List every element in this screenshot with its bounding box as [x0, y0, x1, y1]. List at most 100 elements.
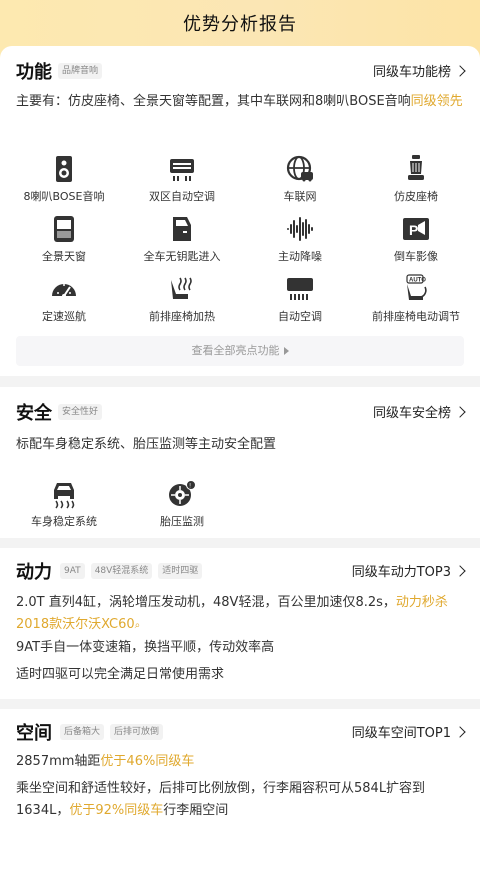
svg-text:P: P — [409, 222, 418, 238]
feature-keyless-entry[interactable]: 全车无钥匙进入 — [122, 214, 242, 264]
feature-label: 车身稳定系统 — [31, 515, 97, 528]
power-header: 动力 9AT 48V轻混系统 适时四驱 同级车动力TOP3 — [16, 558, 466, 586]
seat-heating-icon — [171, 277, 192, 299]
reverse-camera-icon: P — [403, 218, 429, 240]
power-engine-highlight: 动力秒杀 — [395, 595, 448, 610]
feature-seat-heating[interactable]: 前排座椅加热 — [122, 274, 242, 324]
feature-label: 双区自动空调 — [149, 190, 215, 203]
function-description: 主要有：仿皮座椅、全景天窗等配置，其中车联网和8喇叭BOSE音响同级领先 — [16, 91, 464, 112]
function-tags: 品牌音响 — [58, 63, 103, 79]
feature-power-seat[interactable]: AUTO 前排座椅电动调节 — [356, 274, 476, 324]
space-tag: 后备箱大 — [60, 724, 105, 740]
cruise-control-icon — [52, 284, 76, 298]
safety-rank-link[interactable]: 同级车安全榜 — [372, 402, 466, 421]
safety-rank-link-label: 同级车安全榜 — [372, 406, 451, 421]
feature-label: 仿皮座椅 — [394, 190, 438, 203]
feature-label: 定速巡航 — [42, 310, 86, 323]
chevron-right-icon — [454, 564, 466, 577]
triangle-right-icon — [283, 347, 289, 355]
space-cargo-highlight: 优于92%同级车 — [69, 803, 164, 818]
feature-sunroof[interactable]: 全景天窗 — [4, 214, 124, 264]
function-tag: 品牌音响 — [58, 63, 103, 79]
safety-header: 安全 安全性好 同级车安全榜 — [16, 399, 466, 427]
function-rank-link-label: 同级车功能榜 — [372, 65, 451, 80]
function-header: 功能 品牌音响 同级车功能榜 — [16, 58, 466, 86]
competitor-link[interactable]: 2018款沃尔沃XC60 — [16, 617, 135, 632]
safety-section: 安全 安全性好 同级车安全榜 标配车身稳定系统、胎压监测等主动安全配置 车身稳定… — [0, 387, 480, 538]
feature-speaker[interactable]: 8喇叭BOSE音响 — [4, 154, 124, 204]
chevron-right-icon — [454, 64, 466, 77]
space-title: 空间 — [16, 723, 52, 744]
function-desc-text: 主要有：仿皮座椅、全景天窗等配置，其中车联网和8喇叭BOSE音响 — [16, 94, 411, 109]
dual-zone-ac-icon — [170, 159, 194, 181]
feature-label: 车联网 — [283, 190, 317, 203]
space-section: 空间 后备箱大 后排可放倒 同级车空间TOP1 2857mm轴距优于46%同级车… — [0, 709, 480, 877]
stability-control-icon — [54, 483, 75, 509]
feature-label: 胎压监测 — [160, 515, 204, 528]
search-icon[interactable]: ⌕ — [135, 620, 141, 631]
keyless-entry-icon — [173, 217, 191, 241]
power-rank-link-label: 同级车动力TOP3 — [351, 565, 451, 580]
power-tag: 适时四驱 — [158, 563, 203, 579]
power-line-transmission: 9AT手自一体变速箱，换挡平顺，传动效率高 — [16, 640, 275, 655]
feature-stability-control[interactable]: 车身稳定系统 — [4, 479, 124, 529]
feature-connected-car[interactable]: 车联网 — [240, 154, 360, 204]
see-all-label: 查看全部亮点功能 — [191, 344, 280, 357]
speaker-icon — [56, 156, 72, 182]
function-section: 功能 品牌音响 同级车功能榜 主要有：仿皮座椅、全景天窗等配置，其中车联网和8喇… — [0, 46, 480, 376]
page-title: 优势分析报告 — [183, 14, 297, 35]
feature-leather-seat[interactable]: 仿皮座椅 — [356, 154, 476, 204]
chevron-right-icon — [454, 405, 466, 418]
function-title: 功能 — [16, 62, 52, 83]
see-all-features-button[interactable]: 查看全部亮点功能 — [16, 336, 464, 366]
space-tags: 后备箱大 后排可放倒 — [60, 724, 164, 740]
feature-label: 主动降噪 — [278, 250, 322, 263]
feature-noise-cancel[interactable]: 主动降噪 — [240, 214, 360, 264]
chevron-right-icon — [454, 725, 466, 738]
power-section: 动力 9AT 48V轻混系统 适时四驱 同级车动力TOP3 2.0T 直列4缸，… — [0, 548, 480, 699]
feature-label: 8喇叭BOSE音响 — [23, 190, 105, 203]
svg-text:AUTO: AUTO — [409, 278, 426, 284]
space-header: 空间 后备箱大 后排可放倒 同级车空间TOP1 — [16, 719, 466, 747]
space-wheelbase-highlight: 优于46%同级车 — [100, 754, 195, 769]
power-tags: 9AT 48V轻混系统 适时四驱 — [60, 563, 203, 579]
safety-title: 安全 — [16, 403, 52, 424]
panoramic-sunroof-icon — [54, 216, 74, 242]
space-rank-link[interactable]: 同级车空间TOP1 — [351, 722, 466, 741]
feature-reverse-camera[interactable]: P 倒车影像 — [356, 214, 476, 264]
auto-ac-icon — [287, 278, 313, 300]
power-line-engine: 2.0T 直列4缸，涡轮增压发动机，48V轻混，百公里加速仅8.2s，动力秒杀 … — [16, 592, 464, 637]
function-rank-link[interactable]: 同级车功能榜 — [372, 61, 466, 80]
space-wheelbase-text: 2857mm轴距 — [16, 754, 101, 769]
feature-label: 全车无钥匙进入 — [143, 250, 221, 263]
feature-tire-pressure[interactable]: ! 胎压监测 — [122, 479, 242, 529]
space-tag: 后排可放倒 — [110, 724, 164, 740]
feature-label: 前排座椅加热 — [149, 310, 215, 323]
space-line-wheelbase: 2857mm轴距优于46%同级车 — [16, 751, 464, 773]
safety-tag: 安全性好 — [58, 404, 103, 420]
leather-seat-icon — [408, 155, 424, 180]
power-rank-link[interactable]: 同级车动力TOP3 — [351, 561, 466, 580]
noise-cancel-icon — [287, 217, 313, 241]
feature-dual-zone-ac[interactable]: 双区自动空调 — [122, 154, 242, 204]
space-cargo-text: 乘坐空间和舒适性较好，后排可比例放倒，行李厢容积可从584L扩容到 — [16, 781, 426, 796]
power-engine-text: 2.0T 直列4缸，涡轮增压发动机，48V轻混，百公里加速仅8.2s， — [16, 595, 396, 610]
space-line-cargo: 乘坐空间和舒适性较好，后排可比例放倒，行李厢容积可从584L扩容到 1634L，… — [16, 778, 464, 822]
safety-description: 标配车身稳定系统、胎压监测等主动安全配置 — [16, 437, 277, 452]
feature-label: 前排座椅电动调节 — [372, 310, 460, 323]
feature-label: 全景天窗 — [42, 250, 86, 263]
power-seat-icon: AUTO — [406, 274, 427, 300]
connected-car-icon — [286, 155, 313, 182]
space-cargo-text-2: 1634L， — [16, 803, 70, 818]
feature-cruise-control[interactable]: 定速巡航 — [4, 274, 124, 324]
power-tag: 48V轻混系统 — [90, 563, 153, 579]
feature-auto-ac[interactable]: 自动空调 — [240, 274, 360, 324]
function-desc-highlight: 同级领先 — [410, 94, 463, 109]
space-cargo-tail: 行李厢空间 — [163, 803, 229, 818]
power-title: 动力 — [16, 562, 52, 583]
space-rank-link-label: 同级车空间TOP1 — [351, 726, 451, 741]
feature-label: 倒车影像 — [394, 250, 438, 263]
safety-tags: 安全性好 — [58, 404, 103, 420]
power-tag: 9AT — [60, 563, 85, 579]
tire-pressure-icon: ! — [169, 480, 196, 506]
